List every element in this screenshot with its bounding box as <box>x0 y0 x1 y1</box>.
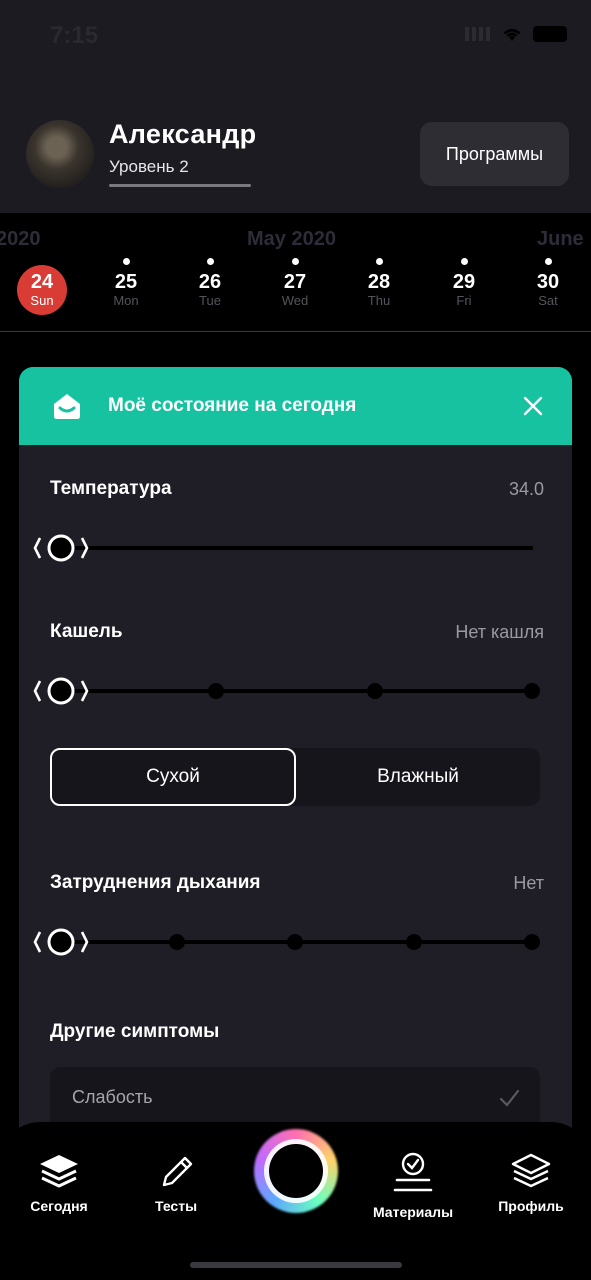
day-25[interactable]: 25 Mon <box>101 258 151 309</box>
slider-stop[interactable] <box>169 934 185 950</box>
daily-state-card: Моё состояние на сегодня Температура 34.… <box>19 367 572 1167</box>
user-level: Уровень 2 <box>109 157 189 176</box>
avatar[interactable] <box>26 120 94 188</box>
wifi-icon <box>503 28 521 41</box>
tab-label: Сегодня <box>30 1198 88 1214</box>
status-time: 7:15 <box>50 22 99 49</box>
symptom-label: Слабость <box>72 1087 153 1107</box>
day-weekday: Thu <box>367 293 391 308</box>
card-header: Моё состояние на сегодня <box>19 367 572 445</box>
close-icon[interactable] <box>522 395 544 417</box>
signal-icon <box>465 27 491 41</box>
slider-stop[interactable] <box>367 683 383 699</box>
day-number: 27 <box>283 271 307 293</box>
layers-outline-icon <box>511 1153 551 1188</box>
temperature-value: 34.0 <box>508 479 544 499</box>
temperature-label: Температура <box>50 478 172 499</box>
home-indicator <box>190 1262 402 1268</box>
date-strip: 2020 May 2020 June 24 Sun 25 Mon 26 Tue … <box>0 213 591 332</box>
day-weekday: Sat <box>538 293 558 308</box>
tab-tests[interactable]: Тесты <box>126 1152 226 1214</box>
badge-check-icon <box>393 1152 433 1192</box>
day-dot <box>460 258 468 265</box>
home-icon <box>54 394 80 419</box>
day-dot <box>544 258 552 265</box>
other-symptoms-label: Другие симптомы <box>50 1021 220 1042</box>
day-30[interactable]: 30 Sat <box>523 258 573 309</box>
cough-slider[interactable] <box>33 675 540 707</box>
temperature-slider[interactable] <box>33 532 533 564</box>
breathing-value: Нет <box>513 873 544 893</box>
slider-thumb[interactable] <box>33 532 89 564</box>
slider-track <box>73 689 533 693</box>
day-number: 24 <box>30 271 54 293</box>
assistant-orb-center <box>269 1144 323 1198</box>
day-dot <box>122 258 130 265</box>
slider-stop[interactable] <box>524 683 540 699</box>
slider-track <box>73 940 533 944</box>
breathing-label: Затруднения дыхания <box>50 872 261 893</box>
header: 7:15 Александр Уровень 2 Программы <box>0 0 591 213</box>
day-number: 25 <box>114 271 138 293</box>
breathing-slider[interactable] <box>33 926 540 958</box>
symptom-item[interactable]: Слабость <box>50 1067 540 1129</box>
day-number: 30 <box>536 271 560 293</box>
slider-thumb[interactable] <box>33 926 89 958</box>
day-dot <box>375 258 383 265</box>
slider-stop[interactable] <box>208 683 224 699</box>
day-number: 28 <box>367 271 391 293</box>
check-icon <box>499 1089 520 1107</box>
tab-materials[interactable]: Материалы <box>363 1152 463 1220</box>
layers-icon <box>40 1155 78 1188</box>
day-27[interactable]: 27 Wed <box>270 258 320 309</box>
day-weekday: Wed <box>281 293 309 308</box>
day-weekday: Tue <box>199 293 221 308</box>
cough-dry-option[interactable]: Сухой <box>50 748 296 806</box>
day-weekday: Mon <box>113 293 139 308</box>
tab-label: Материалы <box>372 1204 454 1220</box>
month-prev-label: 2020 <box>0 228 41 250</box>
cough-label: Кашель <box>50 621 123 642</box>
day-number: 26 <box>198 271 222 293</box>
tab-profile[interactable]: Профиль <box>481 1152 581 1214</box>
day-weekday: Sun <box>30 293 54 308</box>
battery-icon <box>533 26 567 42</box>
day-29[interactable]: 29 Fri <box>439 258 489 309</box>
pencil-icon <box>162 1156 193 1187</box>
day-24[interactable]: 24 Sun <box>17 265 67 315</box>
slider-stop[interactable] <box>524 934 540 950</box>
day-26[interactable]: 26 Tue <box>185 258 235 309</box>
card-title: Моё состояние на сегодня <box>108 395 357 416</box>
cough-value: Нет кашля <box>455 622 544 642</box>
slider-stop[interactable] <box>406 934 422 950</box>
day-number: 29 <box>452 271 476 293</box>
status-icons <box>465 26 567 42</box>
tab-bar: Сегодня Тесты Материалы Профиль <box>0 1122 591 1280</box>
selected-day-marker: 24 Sun <box>17 265 67 315</box>
slider-thumb[interactable] <box>33 675 89 707</box>
slider-stop[interactable] <box>287 934 303 950</box>
day-dot <box>206 258 214 265</box>
day-weekday: Fri <box>456 293 472 308</box>
programs-button[interactable]: Программы <box>420 122 569 186</box>
month-current-label: May 2020 <box>247 228 336 250</box>
month-next-label: June <box>537 228 584 250</box>
cough-type-segmented-control: Сухой Влажный <box>50 748 540 806</box>
tab-label: Тесты <box>154 1198 198 1214</box>
user-name: Александр <box>109 119 257 149</box>
tab-today[interactable]: Сегодня <box>9 1152 109 1214</box>
day-dot <box>291 258 299 265</box>
tab-label: Профиль <box>498 1198 564 1214</box>
level-progress-bar <box>109 184 251 187</box>
day-28[interactable]: 28 Thu <box>354 258 404 309</box>
cough-wet-option[interactable]: Влажный <box>296 748 540 806</box>
slider-track <box>73 546 533 550</box>
